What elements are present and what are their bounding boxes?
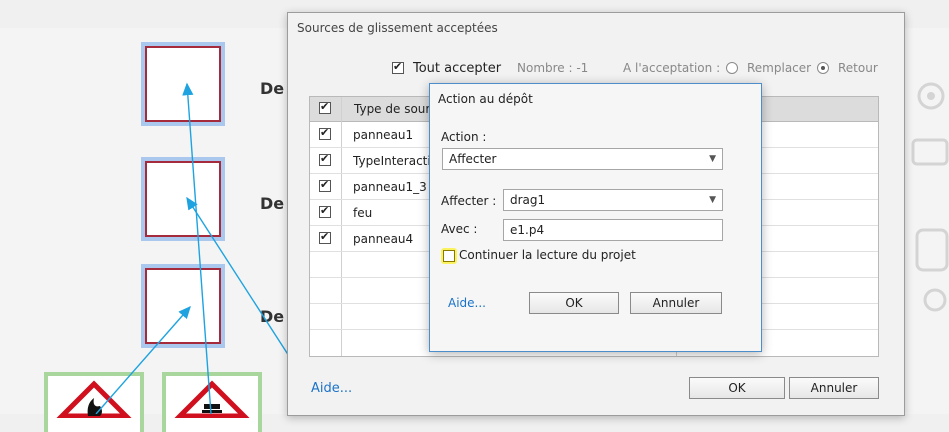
dialog-title: Action au dépôt: [438, 92, 533, 106]
cancel-button[interactable]: Annuler: [789, 377, 879, 399]
help-link[interactable]: Aide...: [448, 296, 486, 310]
corrosive-hazard-icon: [173, 380, 251, 419]
chevron-down-icon: ▼: [709, 154, 716, 164]
action-select[interactable]: Affecter ▼: [442, 148, 723, 170]
row-checkbox[interactable]: [319, 230, 331, 244]
with-label: Avec :: [441, 222, 478, 236]
row-label: feu: [353, 206, 373, 220]
back-radio[interactable]: [817, 62, 829, 74]
drag-source-2[interactable]: [162, 372, 262, 432]
drop-target-1[interactable]: [141, 42, 225, 126]
action-label: Action :: [441, 130, 487, 144]
row-checkbox[interactable]: [319, 204, 331, 218]
assign-label: Affecter :: [441, 194, 497, 208]
gear-icon: [911, 82, 949, 312]
background-decoration: [905, 70, 949, 330]
ok-button[interactable]: OK: [529, 292, 619, 314]
dialog-title: Sources de glissement acceptées: [297, 21, 498, 35]
header-checkbox[interactable]: [319, 100, 331, 114]
drop-target-3[interactable]: [141, 264, 225, 348]
row-label: panneau4: [353, 232, 414, 246]
ok-button[interactable]: OK: [689, 377, 785, 399]
accept-all-label: Tout accepter: [413, 61, 502, 76]
row-checkbox[interactable]: [319, 178, 331, 192]
back-label: Retour: [838, 61, 878, 75]
continue-project-label: Continuer la lecture du projet: [459, 248, 636, 262]
help-link[interactable]: Aide...: [311, 381, 352, 396]
drop-action-dialog: Action au dépôt Action : Affecter ▼ Affe…: [429, 83, 762, 352]
cancel-button[interactable]: Annuler: [630, 292, 722, 314]
row-label: panneau1: [353, 128, 414, 142]
accept-all-checkbox[interactable]: [392, 60, 404, 74]
flame-hazard-icon: [55, 380, 133, 419]
count-label: Nombre : -1: [517, 61, 589, 75]
row-label: TypeInteraction: [353, 154, 430, 168]
with-input[interactable]: e1.p4: [503, 219, 723, 241]
action-select-value: Affecter: [449, 152, 497, 166]
chevron-down-icon: ▼: [709, 195, 716, 205]
row-checkbox[interactable]: [319, 152, 331, 166]
continue-project-checkbox[interactable]: [443, 250, 455, 262]
drag-source-1[interactable]: [44, 372, 144, 432]
row-checkbox[interactable]: [319, 126, 331, 140]
assign-select-value: drag1: [510, 193, 546, 207]
assign-select[interactable]: drag1 ▼: [503, 189, 723, 211]
drop-target-2[interactable]: [141, 157, 225, 241]
row-label: panneau1_3: [353, 180, 427, 194]
replace-label: Remplacer: [747, 61, 812, 75]
replace-radio[interactable]: [726, 62, 738, 74]
on-accept-label: A l'acceptation :: [623, 61, 721, 75]
